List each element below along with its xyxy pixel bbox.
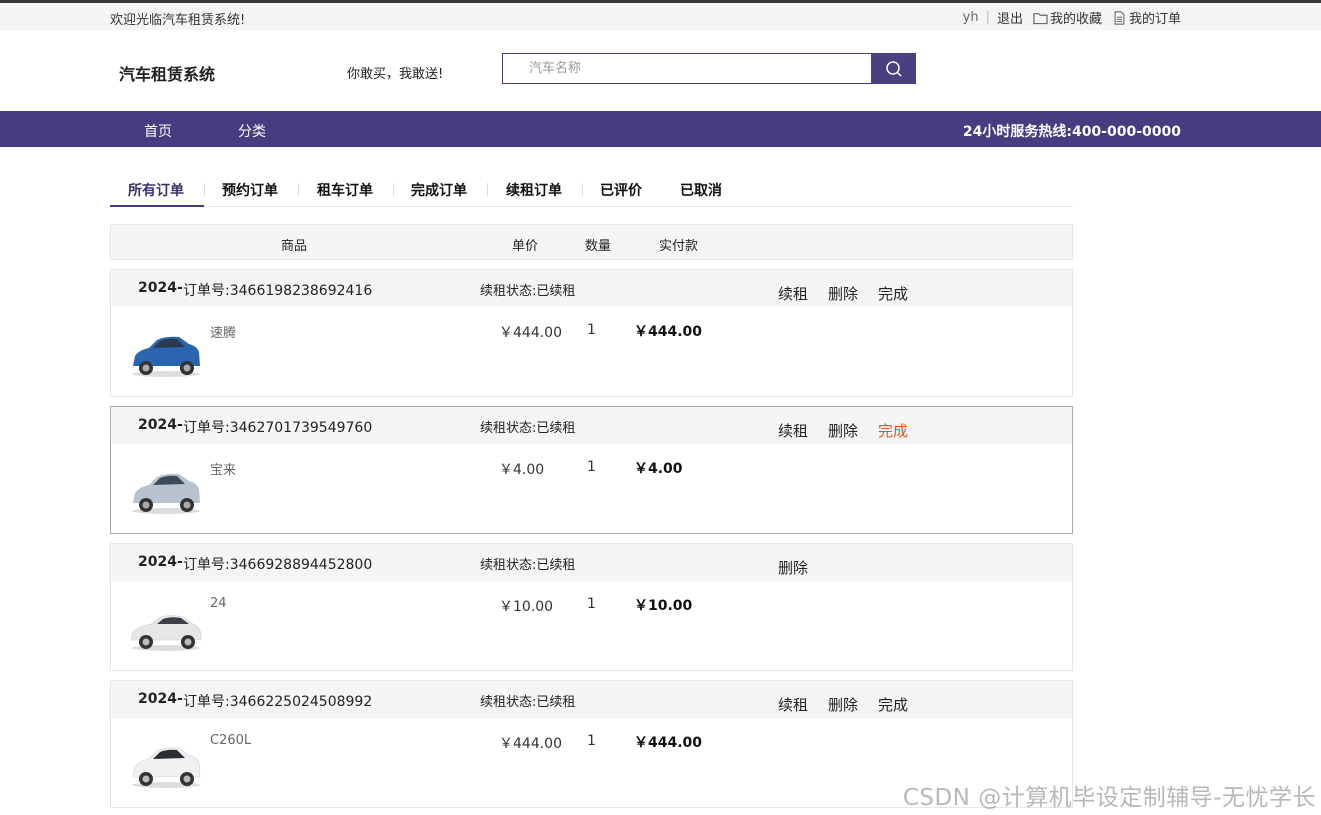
complete-button[interactable]: 完成 (878, 283, 908, 304)
tab-divider (298, 183, 299, 196)
tab-completed-orders[interactable]: 完成订单 (411, 180, 467, 200)
renewal-status: 续租状态:已续租 (480, 421, 576, 436)
column-product: 商品 (281, 239, 308, 254)
renewal-status: 续租状态:已续租 (480, 284, 576, 299)
paid-amount: ￥444.00 (634, 324, 703, 340)
column-quantity: 数量 (585, 239, 612, 254)
tab-rental-orders[interactable]: 租车订单 (317, 180, 373, 200)
logout-link[interactable]: 退出 (997, 8, 1023, 27)
order-table-header: 商品 单价 数量 实付款 (110, 224, 1073, 260)
complete-button[interactable]: 完成 (878, 694, 908, 715)
order-number: 订单号:3466928894452800 (183, 557, 373, 573)
delete-button[interactable]: 删除 (828, 283, 858, 304)
tab-divider (204, 183, 205, 196)
site-logo[interactable]: 汽车租赁系统 (119, 61, 215, 85)
document-icon (1114, 10, 1125, 25)
service-hotline: 24小时服务热线:400-000-0000 (962, 124, 1181, 140)
nav-item-category[interactable]: 分类 (238, 121, 266, 141)
paid-amount: ￥4.00 (634, 461, 683, 477)
order-number: 订单号:3462701739549760 (183, 420, 373, 436)
car-name[interactable]: 24 (210, 596, 227, 611)
header: 汽车租赁系统 你敢买，我敢送! (0, 30, 1321, 111)
car-image[interactable] (129, 459, 203, 517)
order-number: 订单号:3466198238692416 (183, 283, 373, 299)
tab-divider (582, 183, 583, 196)
my-orders-label: 我的订单 (1128, 12, 1181, 27)
renew-button[interactable]: 续租 (778, 283, 808, 304)
order-year: 2024- (138, 417, 183, 433)
car-image[interactable] (129, 733, 203, 791)
car-name[interactable]: 速腾 (210, 322, 236, 341)
welcome-text: 欢迎光临汽车租赁系统! (110, 13, 246, 28)
favorites-link[interactable]: 我的收藏 (1033, 8, 1102, 27)
renewal-status: 续租状态:已续租 (480, 695, 576, 710)
unit-price: ￥4.00 (499, 462, 545, 478)
tab-divider (393, 183, 394, 196)
column-paid: 实付款 (659, 239, 699, 254)
order-header: 2024- 订单号:3466928894452800 续租状态:已续租 删除 (111, 544, 1072, 581)
order-tabs: 所有订单 预约订单 租车订单 完成订单 续租订单 已评价 已取消 (110, 170, 1073, 207)
main-nav: 首页 分类 24小时服务热线:400-000-0000 (0, 111, 1321, 147)
search-input[interactable] (502, 53, 871, 84)
tab-reserved-orders[interactable]: 预约订单 (222, 180, 278, 200)
folder-icon (1033, 12, 1048, 24)
quantity: 1 (587, 459, 596, 475)
order-year: 2024- (138, 280, 183, 296)
tab-all-orders[interactable]: 所有订单 (128, 180, 184, 200)
car-name[interactable]: 宝来 (210, 459, 236, 478)
unit-price: ￥444.00 (499, 736, 562, 752)
search-bar (502, 53, 916, 84)
unit-price: ￥10.00 (499, 599, 554, 615)
unit-price: ￥444.00 (499, 325, 562, 341)
top-bar-links: yh | 退出 我的收藏 我的订单 (963, 8, 1181, 27)
order-number: 订单号:3466225024508992 (183, 694, 373, 710)
delete-button[interactable]: 删除 (778, 557, 808, 578)
nav-item-home[interactable]: 首页 (144, 121, 172, 141)
quantity: 1 (587, 733, 596, 749)
quantity: 1 (587, 322, 596, 338)
order-card: 2024- 订单号:3462701739549760 续租状态:已续租 续租 删… (110, 406, 1073, 534)
order-year: 2024- (138, 554, 183, 570)
delete-button[interactable]: 删除 (828, 420, 858, 441)
complete-button[interactable]: 完成 (878, 420, 908, 441)
car-image[interactable] (129, 596, 203, 654)
active-tab-indicator (110, 205, 204, 207)
tab-cancelled[interactable]: 已取消 (680, 180, 722, 200)
order-header: 2024- 订单号:3466225024508992 续租状态:已续租 续租 删… (111, 681, 1072, 718)
search-icon (885, 60, 902, 77)
search-button[interactable] (871, 53, 916, 84)
tab-renewal-orders[interactable]: 续租订单 (506, 180, 562, 200)
order-card: 2024- 订单号:3466928894452800 续租状态:已续租 删除 2… (110, 543, 1073, 671)
separator: | (985, 10, 990, 25)
car-image[interactable] (129, 322, 203, 380)
column-unit-price: 单价 (512, 239, 539, 254)
order-header: 2024- 订单号:3462701739549760 续租状态:已续租 续租 删… (111, 407, 1072, 444)
order-year: 2024- (138, 691, 183, 707)
renewal-status: 续租状态:已续租 (480, 558, 576, 573)
car-name[interactable]: C260L (210, 733, 251, 748)
slogan: 你敢买，我敢送! (347, 67, 444, 82)
quantity: 1 (587, 596, 596, 612)
delete-button[interactable]: 删除 (828, 694, 858, 715)
top-bar: 欢迎光临汽车租赁系统! yh | 退出 我的收藏 我的订单 (0, 3, 1321, 30)
tab-divider (487, 183, 488, 196)
tab-reviewed[interactable]: 已评价 (600, 180, 642, 200)
watermark: CSDN @计算机毕设定制辅导-无忧学长 (902, 785, 1316, 811)
order-header: 2024- 订单号:3466198238692416 续租状态:已续租 续租 删… (111, 270, 1072, 307)
my-orders-link[interactable]: 我的订单 (1112, 8, 1181, 27)
paid-amount: ￥10.00 (634, 598, 693, 614)
username-link[interactable]: yh (963, 10, 979, 25)
renew-button[interactable]: 续租 (778, 420, 808, 441)
renew-button[interactable]: 续租 (778, 694, 808, 715)
order-card: 2024- 订单号:3466198238692416 续租状态:已续租 续租 删… (110, 269, 1073, 397)
paid-amount: ￥444.00 (634, 735, 703, 751)
favorites-label: 我的收藏 (1049, 12, 1102, 27)
